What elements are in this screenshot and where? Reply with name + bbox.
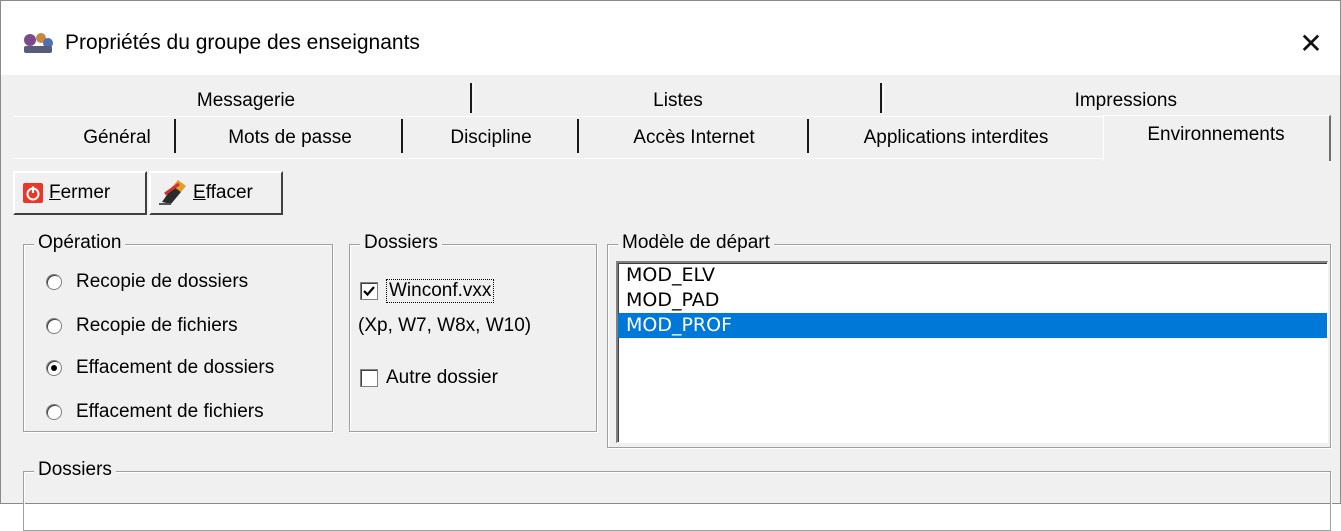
radio-label: Recopie de fichiers [76, 315, 238, 336]
tab-separator [401, 119, 403, 153]
radio-button[interactable] [46, 274, 62, 290]
title-bar: Propriétés du groupe des enseignants ✕ [1, 1, 1340, 75]
model-listbox[interactable]: MOD_ELV MOD_PAD MOD_PROF [616, 261, 1328, 443]
checkmark-icon [363, 286, 375, 297]
radio-button[interactable] [46, 404, 62, 420]
operation-group: Opération Recopie de dossiers Recopie de… [23, 232, 333, 432]
tab-listes[interactable]: Listes [475, 83, 881, 119]
winconf-note: (Xp, W7, W8x, W10) [358, 315, 532, 336]
tab-applications-interdites[interactable]: Applications interdites [810, 119, 1102, 157]
tab-general[interactable]: Général [57, 119, 177, 157]
model-legend: Modèle de départ [618, 232, 774, 254]
close-icon[interactable]: ✕ [1291, 23, 1331, 63]
tab-separator [807, 119, 809, 153]
radio-label: Recopie de dossiers [76, 271, 249, 292]
radio-button[interactable] [46, 318, 62, 334]
radio-button-checked[interactable] [46, 360, 62, 376]
tab-content-top-line [13, 158, 1103, 159]
tab-separator-highlight [883, 83, 884, 113]
tab-separator-highlight [473, 83, 474, 113]
clear-button-label: Effacer [193, 182, 253, 203]
winconf-label: Winconf.vxx [386, 279, 495, 303]
close-button-label: Fermer [49, 182, 111, 203]
checkbox[interactable] [360, 369, 378, 387]
bottom-folders-legend: Dossiers [34, 459, 116, 481]
radio-recopie-dossiers[interactable]: Recopie de dossiers [46, 271, 248, 293]
radio-recopie-fichiers[interactable]: Recopie de fichiers [46, 315, 238, 337]
tab-mots-de-passe[interactable]: Mots de passe [177, 119, 403, 157]
list-item-selected[interactable]: MOD_PROF [618, 313, 1327, 338]
tab-separator [174, 119, 176, 153]
tab-separator [880, 83, 882, 113]
radio-label: Effacement de fichiers [76, 401, 264, 422]
radio-effacement-fichiers[interactable]: Effacement de fichiers [46, 401, 264, 423]
tab-strip: Messagerie Listes Impressions Général Mo… [1, 75, 1340, 161]
model-group: Modèle de départ MOD_ELV MOD_PAD MOD_PRO… [607, 232, 1331, 448]
eraser-icon [159, 180, 186, 205]
tab-messagerie[interactable]: Messagerie [21, 83, 471, 119]
tab-separator [470, 83, 472, 113]
tab-environnements-active[interactable]: Environnements [1103, 115, 1331, 161]
tab-acces-internet[interactable]: Accès Internet [580, 119, 808, 157]
bottom-folders-group: Dossiers [23, 459, 1331, 531]
operation-legend: Opération [34, 232, 126, 254]
tab-environnements-label: Environnements [1147, 124, 1285, 145]
close-button[interactable]: Fermer [13, 171, 147, 215]
other-folder-checkbox-row[interactable]: Autre dossier [360, 367, 498, 389]
app-icon [24, 33, 53, 53]
power-icon [23, 183, 43, 203]
checkbox-checked[interactable] [360, 282, 378, 300]
tab-impressions[interactable]: Impressions [885, 83, 1327, 119]
radio-effacement-dossiers[interactable]: Effacement de dossiers [46, 357, 274, 379]
folders-group: Dossiers Winconf.vxx (Xp, W7, W8x, W10) … [349, 232, 597, 432]
list-item[interactable]: MOD_ELV [618, 263, 1327, 288]
properties-window: Propriétés du groupe des enseignants ✕ M… [0, 0, 1341, 531]
window-title: Propriétés du groupe des enseignants [65, 31, 420, 54]
tab-separator [577, 119, 579, 153]
list-item[interactable]: MOD_PAD [618, 288, 1327, 313]
tab-discipline[interactable]: Discipline [404, 119, 578, 157]
other-folder-label: Autre dossier [386, 367, 498, 388]
clear-button[interactable]: Effacer [149, 171, 283, 215]
winconf-checkbox-row[interactable]: Winconf.vxx [360, 279, 495, 303]
radio-label: Effacement de dossiers [76, 357, 275, 378]
folders-legend: Dossiers [360, 232, 442, 254]
